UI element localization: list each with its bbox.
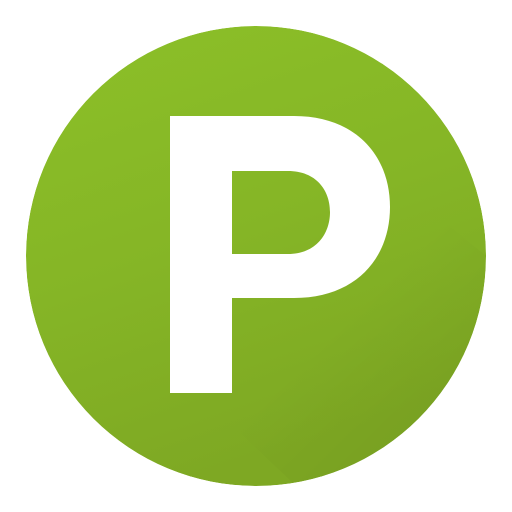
parking-icon xyxy=(26,26,486,486)
parking-icon-graphic xyxy=(26,26,486,486)
icon-canvas xyxy=(0,0,512,512)
